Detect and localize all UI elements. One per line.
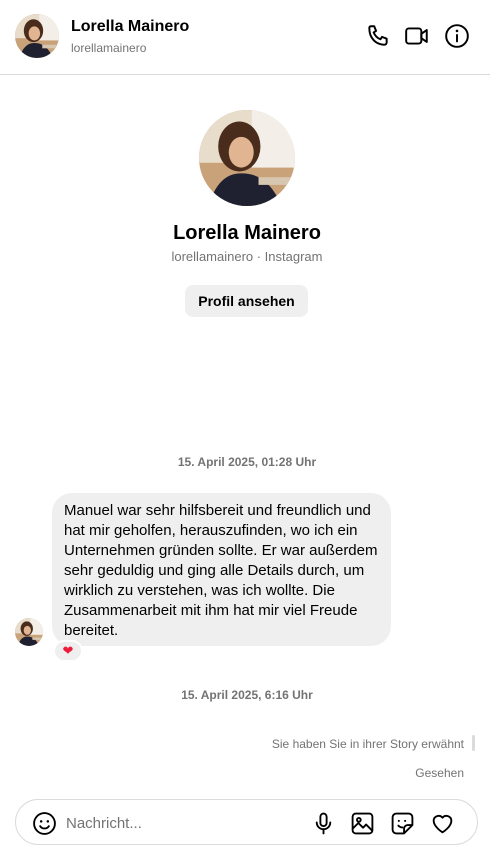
profile-avatar[interactable]	[199, 110, 295, 206]
message-line: sehr geduldig und ging alle Details durc…	[64, 562, 365, 579]
avatar[interactable]	[15, 14, 59, 58]
message-line: Manuel war sehr hilfsbereit und freundli…	[64, 502, 371, 519]
info-icon[interactable]	[443, 22, 471, 50]
contact-handle: lorellamainero	[71, 41, 147, 55]
phone-icon[interactable]	[364, 22, 392, 50]
story-reply-bar	[472, 735, 475, 751]
message-input[interactable]	[66, 812, 286, 834]
microphone-icon[interactable]	[309, 809, 337, 837]
sticker-icon[interactable]	[388, 809, 416, 837]
emoji-icon[interactable]	[30, 809, 58, 837]
heart-reaction[interactable]: ❤	[53, 640, 83, 662]
video-call-icon[interactable]	[403, 22, 431, 50]
image-icon[interactable]	[348, 809, 376, 837]
message-line: bereitet.	[64, 622, 119, 639]
profile-subtitle: lorellamainero · Instagram	[171, 249, 323, 264]
profile-name: Lorella Mainero	[173, 222, 321, 244]
view-profile-button[interactable]: Profil ansehen	[185, 285, 308, 317]
heart-icon[interactable]	[428, 809, 456, 837]
message-bubble[interactable]: Manuel war sehr hilfsbereit und freundli…	[52, 493, 391, 646]
message-line: wirklich zu verstehen, was ich wollte. D…	[64, 582, 335, 599]
message-line: hat mir geholfen, herauszufinden, wo ich…	[64, 522, 358, 539]
seen-status: Gesehen	[415, 766, 464, 780]
message-composer	[15, 799, 478, 845]
sender-avatar[interactable]	[15, 618, 43, 646]
heart-reaction-icon: ❤	[62, 643, 74, 658]
chat-header: Lorella Mainero lorellamainero	[0, 0, 490, 75]
message-line: Zusammenarbeit mit ihm hat mir viel Freu…	[64, 602, 358, 619]
message-line: Unternehmen gründen sollte. Er war außer…	[64, 542, 378, 559]
story-mention-note: Sie haben Sie in ihrer Story erwähnt	[271, 737, 464, 751]
contact-name[interactable]: Lorella Mainero	[71, 18, 189, 36]
timestamp: 15. April 2025, 01:28 Uhr	[177, 455, 317, 469]
timestamp: 15. April 2025, 6:16 Uhr	[181, 688, 313, 702]
